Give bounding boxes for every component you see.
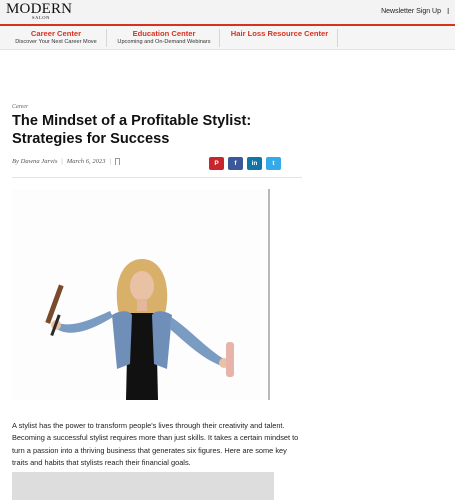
bookmark-icon[interactable] — [114, 158, 120, 166]
site-logo[interactable]: MODERN SALON — [6, 2, 72, 21]
pinterest-share-button[interactable]: P — [209, 157, 224, 170]
byline-separator: | — [61, 158, 63, 165]
publish-date: March 6, 2023 — [66, 158, 106, 165]
article-title: The Mindset of a Profitable Stylist: Str… — [12, 113, 252, 147]
center-subtitle: Discover Your Next Career Move — [15, 39, 97, 45]
menu-icon[interactable]: l — [447, 7, 449, 16]
linkedin-icon: in — [251, 160, 258, 167]
header-divider — [12, 177, 302, 178]
next-image-placeholder — [12, 472, 274, 500]
logo-sub-text: SALON — [32, 15, 51, 20]
center-nav: Career Center Discover Your Next Career … — [0, 26, 455, 50]
center-title: Career Center — [30, 29, 82, 38]
byline: By Dawna Jarvis | March 6, 2023 | — [12, 158, 120, 166]
pinterest-icon: P — [214, 160, 219, 167]
center-title: Hair Loss Resource Center — [230, 29, 329, 38]
twitter-share-button[interactable]: t — [266, 157, 281, 170]
stylist-photo — [12, 189, 268, 400]
education-center-link[interactable]: Education Center Upcoming and On-Demand … — [109, 29, 220, 47]
center-subtitle: Upcoming and On-Demand Webinars — [117, 39, 211, 45]
facebook-icon: f — [234, 160, 237, 167]
hero-image — [12, 189, 270, 400]
share-buttons: P f in t — [209, 157, 281, 170]
facebook-share-button[interactable]: f — [228, 157, 243, 170]
article-intro-paragraph: A stylist has the power to transform peo… — [12, 421, 299, 468]
article-category[interactable]: Career — [12, 104, 28, 110]
linkedin-share-button[interactable]: in — [247, 157, 262, 170]
career-center-link[interactable]: Career Center Discover Your Next Career … — [6, 29, 107, 47]
twitter-icon: t — [272, 160, 275, 167]
byline-separator: | — [109, 158, 111, 165]
newsletter-signup-link[interactable]: Newsletter Sign Up — [381, 8, 441, 15]
hair-loss-center-link[interactable]: Hair Loss Resource Center — [222, 29, 338, 47]
top-bar: MODERN SALON Newsletter Sign Up l — [0, 0, 455, 24]
center-title: Education Center — [132, 29, 196, 38]
author-name[interactable]: By Dawna Jarvis — [12, 158, 57, 165]
